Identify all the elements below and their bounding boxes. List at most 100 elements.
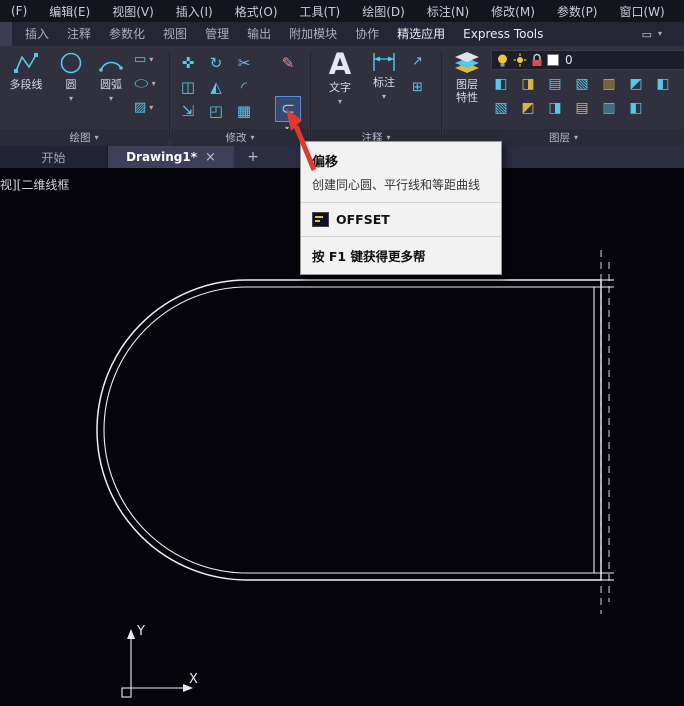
menu-item-format[interactable]: 格式(O) [224, 3, 289, 20]
rotate-icon[interactable]: ↻ [205, 52, 227, 74]
panel-separator [169, 51, 170, 141]
arc-label: 圆弧 [100, 78, 122, 91]
polyline-label: 多段线 [9, 78, 43, 91]
layer-tool-icon[interactable]: ▥ [599, 74, 619, 94]
layer-panel: 图层特性 0 ◧ ◨ ▤ ▧ ▥ ◩ ◧ ▧ ◩ ◨ ▤ ▥ ◧ 图层 ▾ [443, 46, 684, 146]
sun-icon [513, 53, 527, 67]
menu-item-dimension[interactable]: 标注(N) [416, 3, 480, 20]
layer-tool-icon[interactable]: ▤ [572, 98, 592, 118]
tooltip-command: OFFSET [336, 212, 390, 228]
dimension-button[interactable]: 标注 ▾ [364, 50, 404, 101]
trim-icon[interactable]: ✂ [233, 52, 255, 74]
offset-button[interactable]: ⊂ [275, 96, 301, 122]
annotate-panel: A 文字 ▾ 标注 ▾ ↗ ⊞ 注释 ▾ [312, 46, 440, 146]
ellipse-icon: ◯ [134, 78, 149, 89]
table-icon: ⊞ [412, 80, 423, 95]
layer-tool-icon[interactable]: ▤ [545, 74, 565, 94]
layer-tool-icon[interactable]: ◧ [653, 74, 673, 94]
ribbon-tab-insert[interactable]: 插入 [16, 22, 58, 46]
table-tool[interactable]: ⊞ [412, 80, 423, 95]
layer-tool-icon[interactable]: ◧ [626, 98, 646, 118]
rectangle-tool[interactable]: ▭ ▾ [134, 52, 153, 67]
layer-tool-icon[interactable]: ▧ [572, 74, 592, 94]
layer-tool-icon[interactable]: ▥ [599, 98, 619, 118]
erase-icon[interactable]: ✎ [277, 52, 299, 74]
ribbon-tab-collaborate[interactable]: 协作 [346, 22, 388, 46]
hatch-tool[interactable]: ▨ ▾ [134, 100, 153, 115]
menu-item-file[interactable]: (F) [0, 4, 38, 18]
ribbon-tab-manage[interactable]: 管理 [196, 22, 238, 46]
menu-item-window[interactable]: 窗口(W) [609, 3, 676, 20]
tooltip-divider [301, 202, 501, 204]
polyline-button[interactable]: 多段线 [2, 50, 50, 92]
autocad-window: (F) 编辑(E) 视图(V) 插入(I) 格式(O) 工具(T) 绘图(D) … [0, 0, 684, 706]
chevron-down-icon: ▾ [149, 54, 154, 64]
hatch-icon: ▨ [134, 100, 147, 115]
inner-offset-outline [103, 286, 595, 574]
text-label: 文字 [329, 81, 351, 94]
ellipse-tool[interactable]: ◯ ▾ [134, 76, 156, 91]
stretch-icon[interactable]: ⇲ [177, 100, 199, 122]
scale-icon[interactable]: ◰ [205, 100, 227, 122]
ucs-x-label: X [189, 672, 198, 687]
viewport-controls[interactable]: 视][二维线框 [0, 176, 69, 193]
ribbon-display-toggle[interactable]: ▭ ▾ [642, 28, 684, 41]
ucs-icon[interactable]: Y X [121, 624, 198, 698]
ribbon-tab-view[interactable]: 视图 [154, 22, 196, 46]
text-button[interactable]: A 文字 ▾ [320, 50, 360, 106]
fillet-icon[interactable]: ◜ [233, 76, 255, 98]
tooltip-divider [301, 236, 501, 238]
ribbon-tab-annotate[interactable]: 注释 [58, 22, 100, 46]
text-icon: A [328, 47, 352, 81]
layer-tool-icon[interactable]: ◨ [545, 98, 565, 118]
panel-separator [441, 51, 442, 141]
layer-tool-icon[interactable]: ◧ [491, 74, 511, 94]
chevron-down-icon: ▾ [657, 29, 662, 38]
chevron-down-icon: ▾ [381, 91, 386, 101]
copy-icon[interactable]: ◫ [177, 76, 199, 98]
arc-icon [99, 61, 123, 72]
menu-item-modify[interactable]: 修改(M) [480, 3, 546, 20]
ribbon-tab-parametric[interactable]: 参数化 [100, 22, 154, 46]
ribbon-tab-addins[interactable]: 附加模块 [280, 22, 346, 46]
leader-tool[interactable]: ↗ [412, 54, 423, 69]
offset-icon: ⊂ [280, 99, 296, 119]
ribbon-tab-output[interactable]: 输出 [238, 22, 280, 46]
layer-properties-button[interactable]: 图层特性 [445, 50, 489, 104]
circle-button[interactable]: 圆 ▾ [52, 50, 90, 103]
menu-item-tools[interactable]: 工具(T) [289, 3, 352, 20]
modify-panel-label[interactable]: 修改 ▾ [171, 129, 309, 146]
menu-item-draw[interactable]: 绘图(D) [351, 3, 416, 20]
file-tab-start[interactable]: 开始 [0, 146, 108, 168]
menu-item-edit[interactable]: 编辑(E) [38, 3, 101, 20]
menu-item-insert[interactable]: 插入(I) [165, 3, 224, 20]
current-layer-name: 0 [565, 53, 573, 67]
menu-item-parametric[interactable]: 参数(P) [546, 3, 609, 20]
ribbon-tab-express-tools[interactable]: Express Tools [454, 22, 552, 46]
array-icon[interactable]: ▦ [233, 100, 255, 122]
close-icon[interactable]: × [205, 150, 216, 165]
layer-tool-icon[interactable]: ◩ [626, 74, 646, 94]
new-drawing-button[interactable]: + [243, 146, 263, 168]
layer-select[interactable]: 0 [491, 50, 684, 70]
layer-stack-icon [455, 52, 479, 73]
arc-button[interactable]: 圆弧 ▾ [92, 50, 130, 103]
layer-tool-icon[interactable]: ◩ [518, 98, 538, 118]
layer-tool-icon[interactable]: ◨ [518, 74, 538, 94]
ribbon-tab-featured-apps[interactable]: 精选应用 [388, 22, 454, 46]
dimension-label: 标注 [373, 76, 395, 89]
menu-item-view[interactable]: 视图(V) [101, 3, 165, 20]
panel-toggle-icon: ▭ [641, 27, 652, 41]
file-tab-drawing1[interactable]: Drawing1* × [108, 146, 234, 168]
layer-color-swatch [547, 54, 559, 66]
lock-icon [532, 53, 542, 66]
layer-properties-label: 图层特性 [456, 78, 478, 104]
mirror-icon[interactable]: ◭ [205, 76, 227, 98]
layer-tool-icon[interactable]: ▧ [491, 98, 511, 118]
draw-panel-label[interactable]: 绘图 ▾ [0, 129, 168, 146]
rectangle-icon: ▭ [134, 52, 147, 67]
offset-tooltip: 偏移 创建同心圆、平行线和等距曲线 OFFSET 按 F1 键获得更多帮 [300, 141, 502, 276]
clipped-default-tab-stub[interactable] [0, 22, 12, 46]
move-icon[interactable]: ✜ [177, 52, 199, 74]
circle-icon [60, 52, 82, 74]
